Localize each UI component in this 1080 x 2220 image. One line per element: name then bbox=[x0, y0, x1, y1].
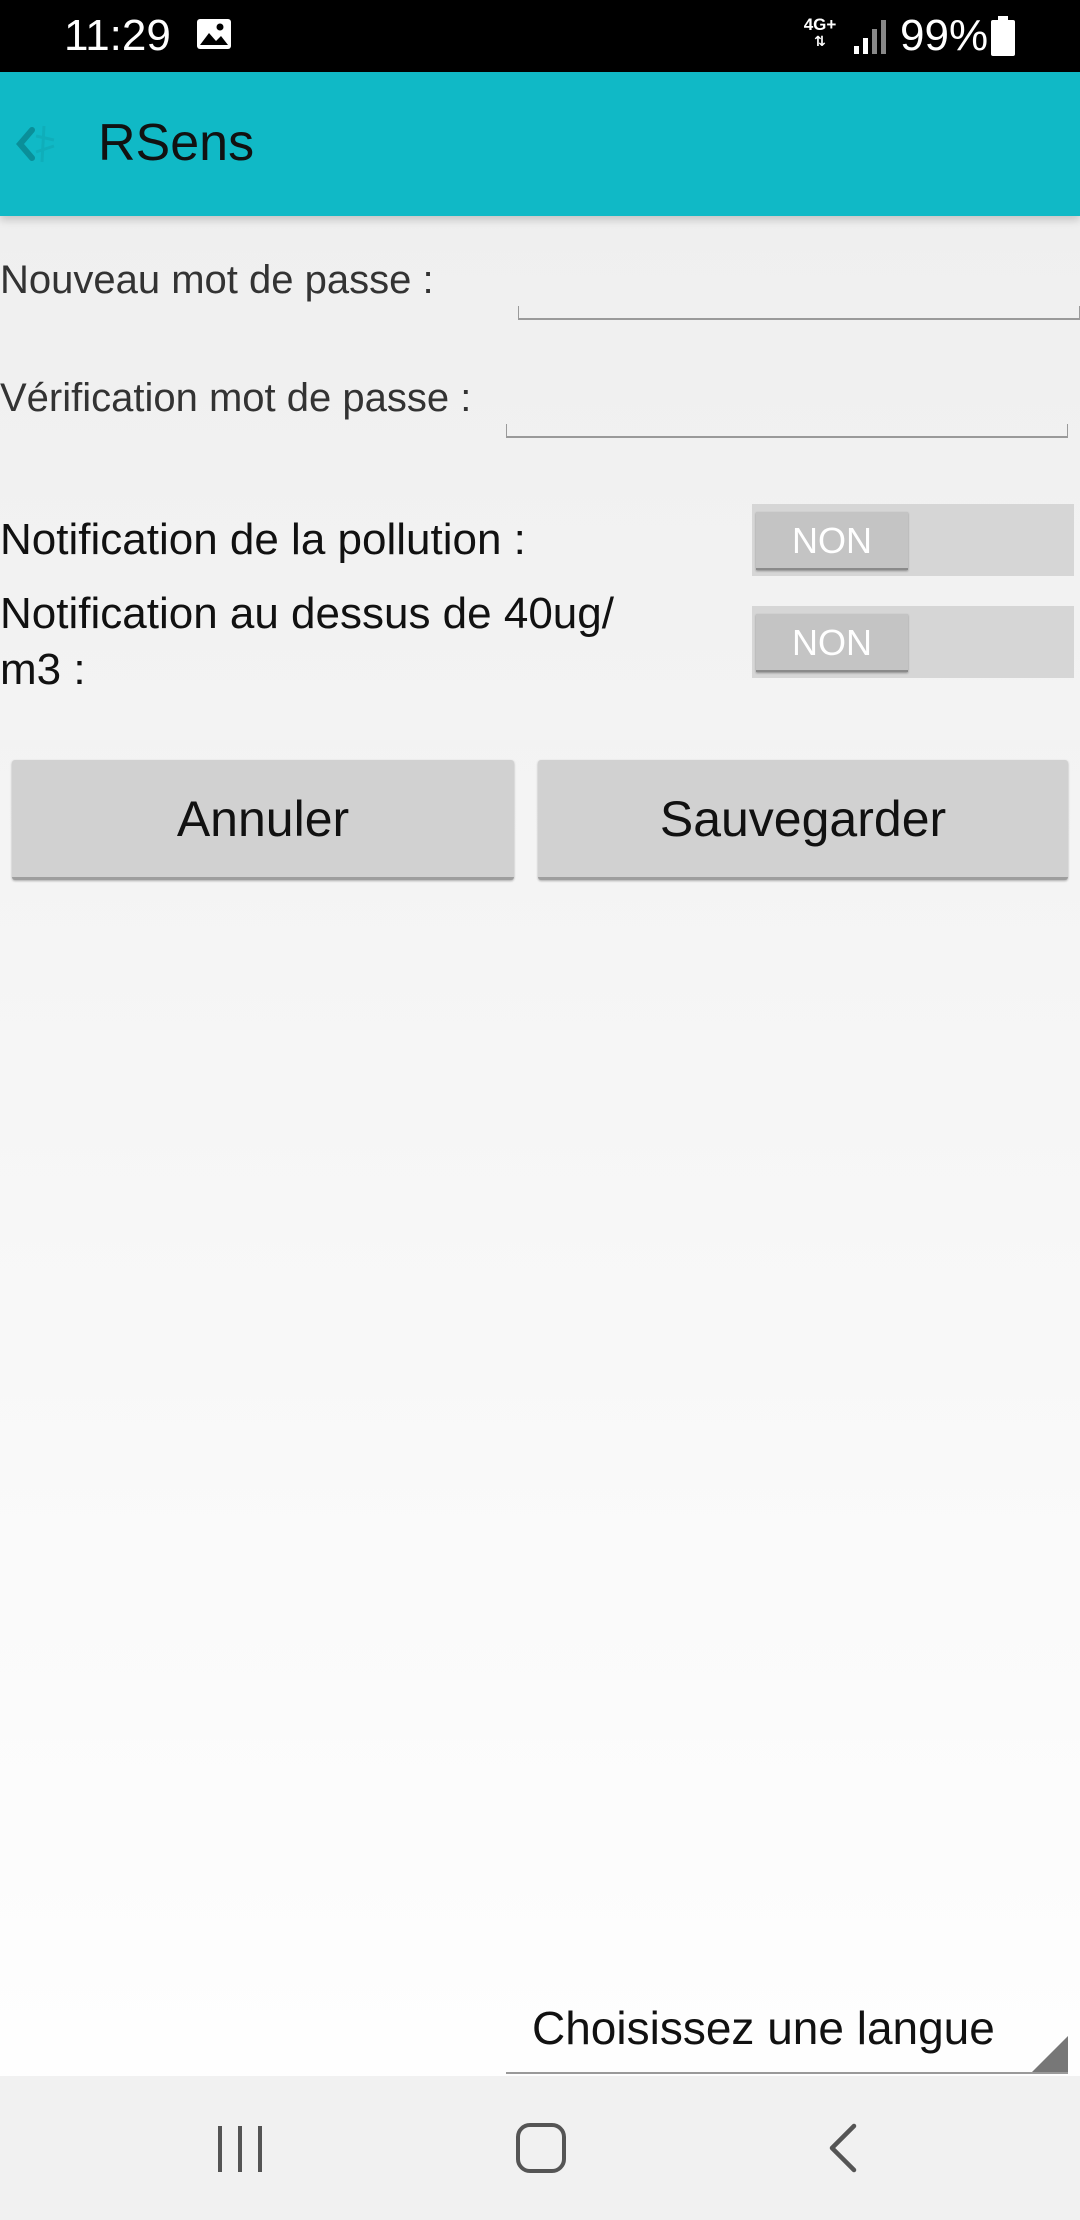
pollution-notification-toggle[interactable]: NON bbox=[752, 504, 1074, 576]
language-spinner[interactable]: Choisissez une langue bbox=[506, 1982, 1068, 2074]
verify-password-label: Vérification mot de passe : bbox=[0, 376, 472, 420]
language-selected: Choisissez une langue bbox=[532, 2002, 995, 2054]
cancel-button[interactable]: Annuler bbox=[12, 760, 514, 880]
new-password-underline bbox=[518, 306, 1080, 320]
dropdown-triangle-icon bbox=[1032, 2036, 1068, 2072]
threshold-notification-toggle[interactable]: NON bbox=[752, 606, 1074, 678]
battery-percent: 99% bbox=[900, 11, 989, 60]
network-type-label: 4G+ bbox=[803, 15, 837, 34]
save-button[interactable]: Sauvegarder bbox=[538, 760, 1068, 880]
threshold-label-line1: Notification au dessus de 40ug/ bbox=[0, 589, 614, 638]
pollution-notification-label: Notification de la pollution : bbox=[0, 515, 526, 564]
threshold-toggle-state: NON bbox=[756, 614, 908, 672]
new-password-label: Nouveau mot de passe : bbox=[0, 258, 434, 302]
network-type-icon: 4G+ ⇅ bbox=[803, 15, 837, 49]
back-icon[interactable] bbox=[822, 2120, 866, 2176]
verify-password-input[interactable] bbox=[512, 364, 1064, 420]
home-icon[interactable] bbox=[514, 2120, 568, 2176]
verify-password-underline bbox=[506, 424, 1068, 438]
signal-strength-icon bbox=[854, 20, 886, 54]
settings-content: Nouveau mot de passe : Vérification mot … bbox=[0, 216, 1080, 2076]
status-time: 11:29 bbox=[64, 11, 171, 60]
new-password-input[interactable] bbox=[522, 246, 1076, 302]
system-nav-bar bbox=[0, 2076, 1080, 2220]
threshold-label-line2: m3 : bbox=[0, 645, 86, 694]
app-title: RSens bbox=[98, 114, 255, 172]
battery-icon bbox=[991, 16, 1015, 56]
back-arrow-icon[interactable] bbox=[6, 116, 62, 172]
app-bar: RSens bbox=[0, 72, 1080, 216]
status-bar: 11:29 4G+ ⇅ 99% bbox=[0, 0, 1080, 72]
threshold-notification-label: Notification au dessus de 40ug/ m3 : bbox=[0, 586, 614, 698]
recents-icon[interactable] bbox=[214, 2124, 266, 2174]
gallery-notification-icon bbox=[197, 19, 231, 49]
pollution-toggle-state: NON bbox=[756, 512, 908, 570]
